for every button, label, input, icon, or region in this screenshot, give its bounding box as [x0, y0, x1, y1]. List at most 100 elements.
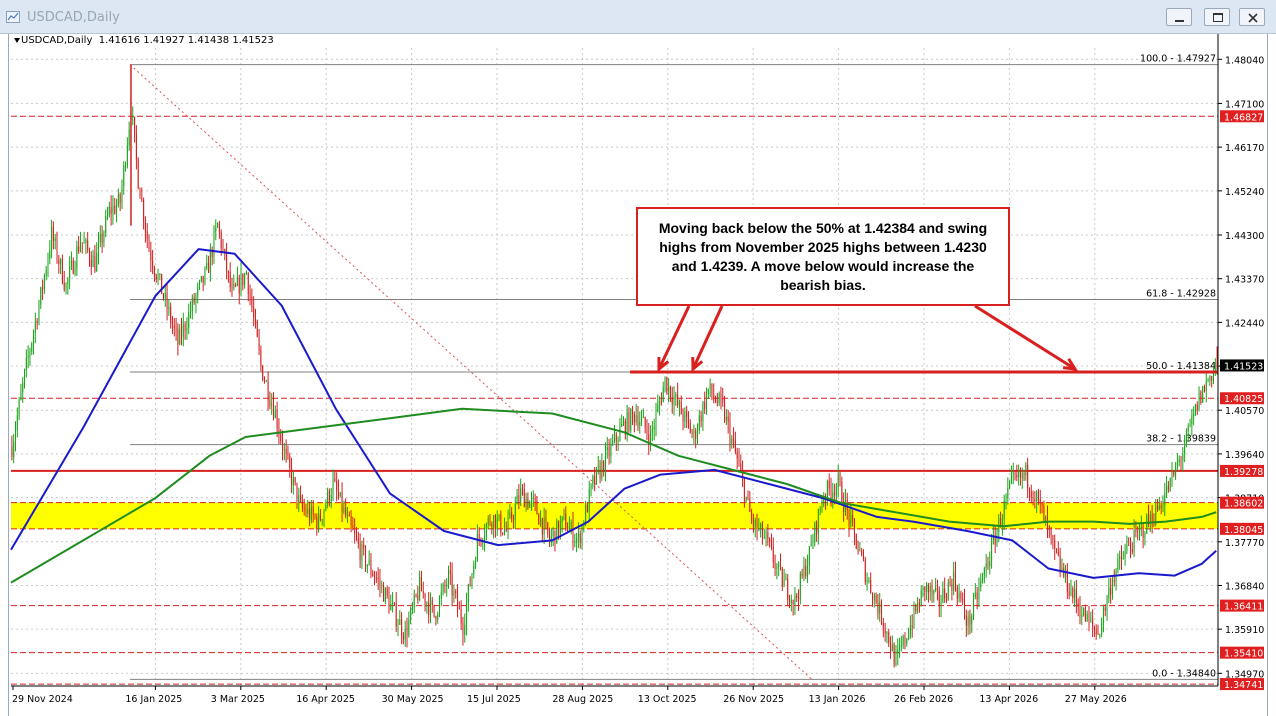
candle-body — [1106, 598, 1108, 611]
candle-body — [374, 575, 376, 578]
candle-body — [67, 278, 69, 284]
candle-body — [727, 416, 729, 423]
price-tick-label: 1.47100 — [1225, 99, 1264, 110]
candle-body — [1169, 478, 1171, 491]
candle-body — [1158, 505, 1160, 511]
candle-body — [170, 307, 172, 323]
candle-body — [88, 250, 90, 261]
candle-body — [828, 480, 830, 489]
candle-body — [271, 403, 273, 406]
candle-body — [590, 483, 592, 490]
time-tick-label: 13 Apr 2026 — [979, 694, 1038, 705]
candle-body — [729, 422, 731, 444]
candle-body — [366, 564, 368, 567]
candle-body — [98, 242, 100, 253]
candle-body — [244, 274, 246, 285]
candle-body — [168, 307, 170, 310]
candle-body — [1092, 619, 1094, 626]
candle-body — [415, 594, 417, 596]
candle-body — [633, 414, 635, 423]
candle-body — [787, 579, 789, 600]
candle-body — [1203, 386, 1205, 391]
candle-body — [92, 255, 94, 267]
candle-body — [471, 573, 473, 586]
candle-body — [1113, 580, 1115, 582]
candle-body — [419, 576, 421, 600]
candle-body — [922, 586, 924, 591]
candle-body — [31, 343, 33, 352]
candle-body — [300, 495, 302, 500]
candle-body — [888, 631, 890, 644]
candle-body — [182, 323, 184, 337]
price-chart[interactable]: 100.0 - 1.47927 61.8 - 1.42928 50.0 - 1.41… — [0, 0, 1276, 716]
candle-body — [502, 532, 504, 534]
candle-body — [469, 584, 471, 586]
candle-body — [920, 590, 922, 607]
candle-body — [722, 398, 724, 402]
candle-body — [61, 259, 63, 283]
candle-body — [841, 481, 843, 504]
candle-body — [983, 568, 985, 575]
candle-body — [615, 433, 617, 441]
candle-body — [852, 514, 854, 522]
candle-body — [1104, 607, 1106, 611]
candle-body — [314, 515, 316, 518]
candle-body — [646, 427, 648, 435]
candle-body — [765, 532, 767, 538]
candle-body — [725, 416, 727, 421]
candle-body — [520, 488, 522, 502]
candle-body — [971, 615, 973, 625]
time-tick-label: 29 Nov 2024 — [12, 694, 73, 705]
candle-body — [808, 546, 810, 566]
candle-body — [891, 644, 893, 652]
candle-body — [794, 595, 796, 605]
candle-body — [60, 259, 62, 265]
candle-body — [677, 394, 679, 406]
candle-body — [1211, 376, 1213, 381]
candle-body — [22, 382, 24, 393]
candle-body — [973, 597, 975, 616]
candle-body — [108, 206, 110, 216]
candle-body — [229, 271, 231, 288]
candle-body — [13, 442, 15, 457]
candle-body — [40, 287, 42, 305]
candle-body — [614, 433, 615, 441]
candle-body — [987, 563, 989, 567]
candle-body — [25, 357, 27, 371]
candle-body — [507, 517, 509, 531]
candle-body — [249, 293, 251, 297]
annotation-box[interactable]: Moving back below the 50% at 1.42384 and… — [636, 207, 1010, 306]
price-tick-label: 1.42440 — [1225, 318, 1264, 329]
candle-body — [1036, 491, 1038, 502]
candle-body — [381, 585, 383, 587]
candle-body — [731, 438, 733, 444]
candle-body — [924, 586, 926, 593]
candle-body — [801, 573, 803, 577]
candle-body — [586, 504, 588, 513]
candle-body — [209, 250, 211, 273]
level-price-label: 1.39278 — [1224, 467, 1263, 478]
candle-body — [1075, 589, 1077, 603]
candle-body — [538, 514, 540, 525]
candle-body — [83, 242, 85, 244]
candle-body — [779, 563, 781, 569]
candle-body — [695, 430, 697, 439]
collapse-triangle-icon — [14, 38, 20, 43]
candle-body — [962, 599, 964, 601]
candle-body — [155, 274, 157, 280]
candle-body — [247, 272, 249, 294]
candle-body — [1185, 431, 1187, 447]
candle-body — [498, 514, 500, 519]
candle-body — [778, 563, 780, 567]
candle-body — [70, 260, 72, 267]
candle-body — [457, 593, 459, 609]
candle-body — [435, 616, 437, 620]
candle-body — [227, 271, 229, 273]
candle-body — [24, 370, 26, 383]
candle-body — [1128, 544, 1130, 546]
candle-body — [417, 595, 419, 600]
candle-body — [1061, 567, 1063, 571]
candle-body — [529, 501, 531, 508]
candle-body — [175, 327, 177, 330]
candle-body — [1095, 630, 1097, 634]
